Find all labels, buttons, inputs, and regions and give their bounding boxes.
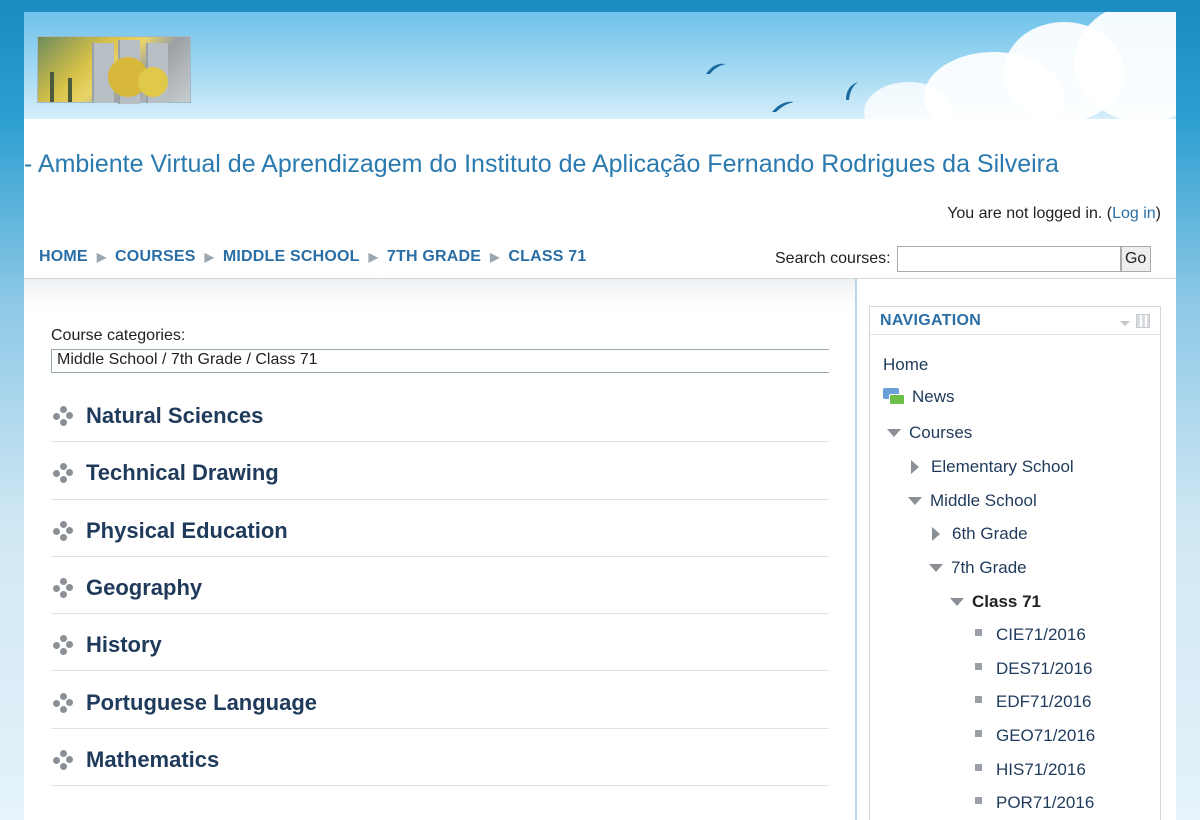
dock-icon[interactable] [1136,313,1150,328]
block-controls [1120,313,1150,328]
nav-grade6-label: 6th Grade [952,524,1028,543]
nav-middle-label: Middle School [930,491,1037,510]
course-item[interactable]: Portuguese Language [51,671,829,729]
nav-item-courses[interactable]: Courses [887,423,972,443]
page: - Ambiente Virtual de Aprendizagem do In… [24,12,1176,820]
nav-course-item[interactable]: EDF71/2016 [975,692,1091,712]
bullet-icon [975,695,982,703]
nav-course-link[interactable]: POR71/2016 [996,793,1094,813]
breadcrumb-7th-grade[interactable]: 7TH GRADE [387,248,481,266]
nav-grade7-label: 7th Grade [951,558,1027,577]
collapsed-arrow-icon [932,527,940,541]
course-item[interactable]: History [51,614,829,672]
course-item[interactable]: Natural Sciences [51,385,829,443]
bird-icon [772,101,794,112]
breadcrumb-home[interactable]: HOME [39,248,88,266]
nav-course-item[interactable]: POR71/2016 [975,793,1094,813]
course-icon [51,519,75,543]
nav-course-link[interactable]: HIS71/2016 [996,760,1086,780]
course-item[interactable]: Geography [51,557,829,615]
course-link[interactable]: Geography [86,575,202,601]
course-link[interactable]: Technical Drawing [86,460,279,486]
course-item[interactable]: Mathematics [51,729,829,787]
search-label: Search courses: [775,250,891,267]
navigation-block: NAVIGATION Home News Courses Elementary … [869,306,1161,820]
expanded-arrow-icon [887,429,901,437]
nav-home-link[interactable]: Home [883,355,928,375]
content-shadow [24,279,856,309]
bullet-icon [975,662,982,670]
login-link[interactable]: Log in [1112,205,1156,222]
expanded-arrow-icon [950,598,964,606]
course-link[interactable]: Natural Sciences [86,403,263,429]
search-input[interactable] [896,246,1121,272]
navigation-header: NAVIGATION [870,307,1160,335]
login-status-text: You are not logged in. ( [947,205,1113,222]
course-icon [51,404,75,428]
breadcrumb-separator-icon: ▶ [490,250,500,264]
navigation-title: NAVIGATION [880,311,982,329]
breadcrumb-middle-school[interactable]: MIDDLE SCHOOL [223,248,360,266]
nav-course-link[interactable]: CIE71/2016 [996,625,1086,645]
course-icon [51,576,75,600]
course-item[interactable]: Physical Education [51,500,829,557]
nav-item-7th-grade[interactable]: 7th Grade [929,558,1027,578]
expanded-arrow-icon [908,497,922,505]
bullet-icon [975,796,982,804]
collapse-icon[interactable] [1120,320,1130,326]
course-link[interactable]: Portuguese Language [86,690,317,716]
bird-icon [846,82,858,100]
nav-item-news[interactable]: News [883,387,955,407]
course-item[interactable]: Technical Drawing [51,442,829,500]
breadcrumb-class-71[interactable]: CLASS 71 [508,248,586,266]
breadcrumb-separator-icon: ▶ [368,250,378,264]
bullet-icon [975,628,982,636]
course-link[interactable]: Physical Education [86,518,288,544]
breadcrumb-separator-icon: ▶ [96,250,107,264]
main-content: Course categories: Middle School / 7th G… [51,327,829,787]
nav-item-home[interactable]: Home [883,355,928,375]
bird-icon [706,63,726,74]
nav-courses-label: Courses [909,423,973,442]
expanded-arrow-icon [929,564,943,572]
nav-news-link[interactable]: News [912,387,955,407]
nav-item-6th-grade[interactable]: 6th Grade [929,524,1028,544]
news-icon [883,388,905,406]
nav-class71-label: Class 71 [972,592,1041,611]
nav-item-elementary-school[interactable]: Elementary School [908,457,1074,477]
login-info: You are not logged in. (Log in) [947,205,1161,223]
nav-course-item[interactable]: HIS71/2016 [975,760,1086,780]
course-list: Natural Sciences Technical Drawing Physi… [51,385,829,787]
category-select[interactable]: Middle School / 7th Grade / Class 71 [51,349,829,373]
bullet-icon [975,763,982,771]
nav-item-class-71[interactable]: Class 71 [950,592,1041,612]
nav-course-link[interactable]: DES71/2016 [996,659,1092,679]
breadcrumb-courses[interactable]: COURSES [115,248,196,266]
collapsed-arrow-icon [911,460,919,474]
search-go-button[interactable]: Go [1120,246,1151,272]
nav-item-middle-school[interactable]: Middle School [908,491,1037,511]
site-logo[interactable] [37,36,191,104]
course-link[interactable]: History [86,632,162,658]
nav-course-item[interactable]: CIE71/2016 [975,625,1086,645]
bullet-icon [975,729,982,737]
login-close-paren: ) [1155,205,1161,222]
nav-elementary-label: Elementary School [931,457,1074,476]
breadcrumb: HOME ▶ COURSES ▶ MIDDLE SCHOOL ▶ 7TH GRA… [39,248,586,266]
category-label: Course categories: [51,327,186,344]
nav-course-item[interactable]: GEO71/2016 [975,726,1095,746]
nav-course-item[interactable]: DES71/2016 [975,659,1092,679]
search-courses: Search courses: Go [775,246,1151,272]
course-link[interactable]: Mathematics [86,747,219,773]
course-icon [51,748,75,772]
breadcrumb-separator-icon: ▶ [204,250,214,264]
course-icon [51,633,75,657]
nav-course-link[interactable]: EDF71/2016 [996,692,1091,712]
nav-course-link[interactable]: GEO71/2016 [996,726,1095,746]
course-icon [51,461,75,485]
site-title: - Ambiente Virtual de Aprendizagem do In… [24,150,1059,178]
site-banner [24,12,1176,119]
course-icon [51,691,75,715]
column-divider [855,279,857,820]
